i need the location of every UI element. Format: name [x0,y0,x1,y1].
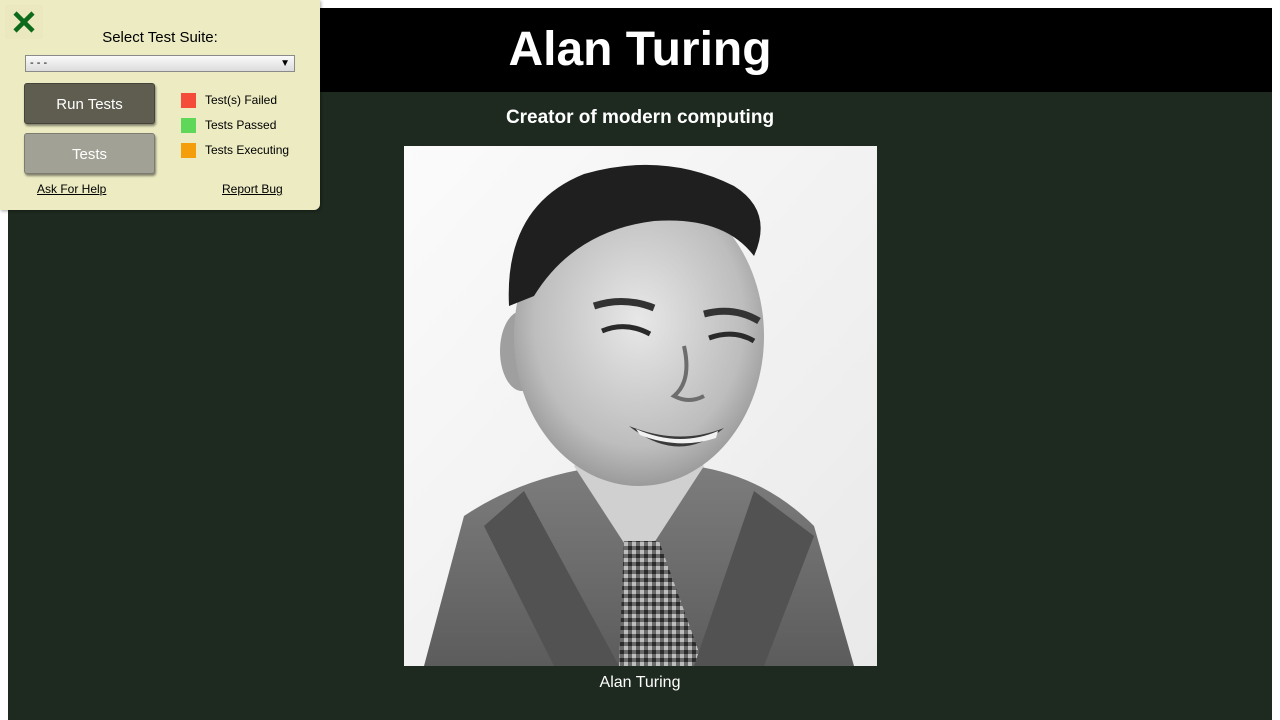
test-suite-selected-value: - - - [30,57,48,69]
legend-failed-label: Test(s) Failed [205,93,278,107]
legend-passed-label: Tests Passed [205,118,277,132]
portrait-photo [404,146,877,666]
tests-button[interactable]: Tests [24,133,155,174]
executing-swatch-icon [181,143,196,158]
passed-swatch-icon [181,118,196,133]
photo-caption: Alan Turing [599,674,681,691]
test-panel: Select Test Suite: - - - ▼ Run Tests Tes… [0,0,320,210]
portrait-illustration [404,146,877,666]
dropdown-arrow-icon: ▼ [280,58,290,69]
test-suite-select[interactable]: - - - ▼ [25,55,295,72]
report-bug-link[interactable]: Report Bug [222,182,283,196]
failed-swatch-icon [181,93,196,108]
run-tests-button[interactable]: Run Tests [24,83,155,124]
ask-for-help-link[interactable]: Ask For Help [37,182,106,196]
legend-executing-label: Tests Executing [205,143,290,157]
test-suite-label: Select Test Suite: [102,29,218,46]
